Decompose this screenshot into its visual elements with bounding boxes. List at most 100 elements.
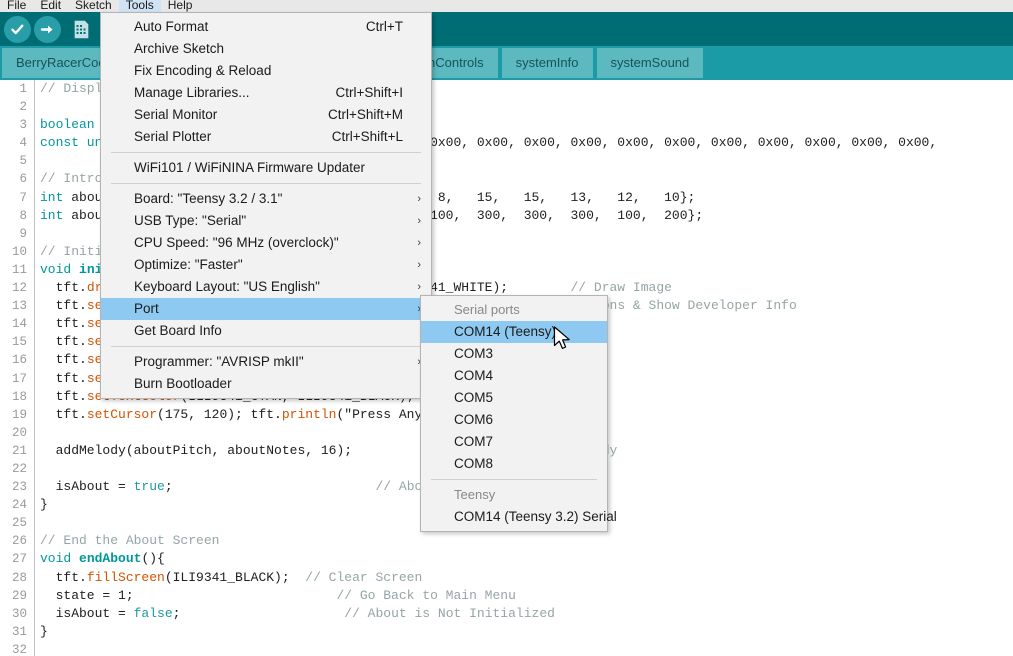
menu-item-label: COM7 <box>454 434 494 449</box>
menu-bar: File Edit Sketch Tools Help <box>0 0 1013 12</box>
menu-item[interactable]: Board: "Teensy 3.2 / 3.1" › <box>101 188 431 210</box>
menu-item[interactable]: Serial Monitor Ctrl+Shift+M <box>101 104 431 126</box>
menubar-item-help[interactable]: Help <box>161 0 200 12</box>
line-number: 29 <box>11 588 27 603</box>
menu-item-label: Programmer: "AVRISP mkII" <box>134 354 304 369</box>
line-number: 20 <box>11 425 27 440</box>
line-number: 23 <box>11 480 27 495</box>
sketch-tab-systemInfo[interactable]: systemInfo <box>501 48 593 78</box>
line-number: 5 <box>19 154 27 169</box>
chevron-right-icon: › <box>417 193 421 205</box>
code-token: } <box>40 497 48 513</box>
code-token: boolean <box>40 117 103 133</box>
menu-item-label: Keyboard Layout: "US English" <box>134 279 320 294</box>
arrow-right-icon <box>40 25 53 33</box>
code-token: void <box>40 261 80 277</box>
new-sketch-button[interactable] <box>68 16 94 43</box>
code-line: 29 state = 1; // Go Back to Main Menu <box>0 587 1013 605</box>
code-token: isAbout = <box>40 605 134 621</box>
line-number: 10 <box>11 244 27 259</box>
arduino-ide-window: File Edit Sketch Tools Help BerryRacerCo… <box>0 0 1013 656</box>
menu-item[interactable]: Auto Format Ctrl+T <box>101 16 431 38</box>
menu-item[interactable]: COM8 <box>421 453 607 475</box>
menu-item[interactable]: COM7 <box>421 431 607 453</box>
code-token: ; <box>164 479 173 495</box>
line-number: 17 <box>11 371 27 386</box>
code-token: (175, 120); tft. <box>157 406 282 422</box>
code-token: int <box>40 189 72 205</box>
menubar-item-sketch[interactable]: Sketch <box>68 0 119 12</box>
line-number: 26 <box>11 534 27 549</box>
line-number: 31 <box>11 624 27 639</box>
code-token: setCursor <box>86 406 158 422</box>
menu-item-label: Fix Encoding & Reload <box>134 63 272 78</box>
menu-item[interactable]: Fix Encoding & Reload <box>101 60 431 82</box>
port-submenu[interactable]: Serial ports COM14 (Teensy) COM3 COM4 COM5 CO… <box>420 295 617 532</box>
line-number: 18 <box>11 389 27 404</box>
menubar-item-file[interactable]: File <box>0 0 33 12</box>
menu-item[interactable]: Burn Bootloader <box>101 373 431 395</box>
menu-section-header: Serial ports <box>421 299 607 321</box>
menu-item[interactable]: Get Board Info <box>101 320 431 342</box>
code-token: tft. <box>40 352 87 368</box>
menu-separator <box>111 152 421 153</box>
menu-item[interactable]: COM4 <box>421 365 607 387</box>
line-number: 13 <box>11 299 27 314</box>
code-token: // Draw Image <box>508 280 672 296</box>
menu-item-label: COM6 <box>454 412 494 427</box>
code-token: addMelody(aboutPitch, aboutNotes, 16); <box>40 442 353 458</box>
menu-item-label: COM14 (Teensy) <box>454 324 557 339</box>
code-token: fillScreen <box>86 569 165 585</box>
code-token: tft. <box>40 316 87 332</box>
tools-dropdown-menu[interactable]: Auto Format Ctrl+T Archive Sketch Fix Encod… <box>100 12 432 399</box>
line-number: 8 <box>19 208 27 223</box>
menu-item[interactable]: WiFi101 / WiFiNINA Firmware Updater <box>101 157 431 179</box>
code-token: // Clear Screen <box>305 569 423 585</box>
code-token: // End the About Screen <box>40 533 220 549</box>
menubar-item-tools[interactable]: Tools <box>118 0 161 12</box>
code-line: 31} <box>0 623 1013 641</box>
menu-item[interactable]: Port› <box>101 298 431 320</box>
code-token: tft. <box>40 370 87 386</box>
menu-item[interactable]: COM14 (Teensy) <box>421 321 607 343</box>
chevron-right-icon: › <box>417 259 421 271</box>
code-token: // Go Back to Main Menu <box>336 587 516 603</box>
menu-separator <box>431 479 597 480</box>
chevron-right-icon: › <box>417 215 421 227</box>
menu-item[interactable]: Serial Plotter Ctrl+Shift+L <box>101 126 431 148</box>
menu-item-label: Serial Monitor <box>134 107 218 122</box>
menu-item[interactable]: COM14 (Teensy 3.2) Serial <box>421 506 617 528</box>
menubar-item-edit[interactable]: Edit <box>33 0 68 12</box>
menu-item-label: WiFi101 / WiFiNINA Firmware Updater <box>134 160 366 175</box>
menu-item[interactable]: COM3 <box>421 343 607 365</box>
menu-item-label: Get Board Info <box>134 323 222 338</box>
line-number: 27 <box>11 552 27 567</box>
code-token: (ILI9341_BLACK); <box>164 569 306 585</box>
code-line-text: // End the About Screen <box>40 532 219 550</box>
menu-item-label: COM14 (Teensy 3.2) Serial <box>454 509 617 524</box>
sketch-tab-systemSound[interactable]: systemSound <box>596 48 704 78</box>
menu-item[interactable]: Programmer: "AVRISP mkII"› <box>101 351 431 373</box>
menu-item[interactable]: Manage Libraries... Ctrl+Shift+I <box>101 82 431 104</box>
code-token: 0x00, 0x00, 0x00, 0x00, 0x00, 0x00, 0x00… <box>383 135 938 151</box>
menu-item[interactable]: COM6 <box>421 409 607 431</box>
menu-item[interactable]: Keyboard Layout: "US English" › <box>101 276 431 298</box>
menu-item-label: Manage Libraries... <box>134 85 250 100</box>
menu-item[interactable]: COM5 <box>421 387 607 409</box>
code-line-text: isAbout = false; // About is Not Initial… <box>40 605 555 623</box>
menu-separator <box>111 183 421 184</box>
menu-item[interactable]: Archive Sketch <box>101 38 431 60</box>
code-line-text: } <box>40 496 48 514</box>
line-number: 28 <box>11 570 27 585</box>
code-token: int <box>40 207 72 223</box>
upload-button[interactable] <box>34 15 61 43</box>
code-token: tft. <box>40 280 87 296</box>
menu-item[interactable]: CPU Speed: "96 MHz (overclock)" › <box>101 232 431 254</box>
line-number: 11 <box>11 262 27 277</box>
menu-section-header: Teensy <box>421 484 607 506</box>
menu-item[interactable]: Optimize: "Faster" › <box>101 254 431 276</box>
menu-item-shortcut: Ctrl+Shift+M <box>327 107 403 122</box>
menu-item[interactable]: USB Type: "Serial" › <box>101 210 431 232</box>
menu-item-label: Optimize: "Faster" <box>134 257 243 272</box>
verify-button[interactable] <box>4 15 31 43</box>
